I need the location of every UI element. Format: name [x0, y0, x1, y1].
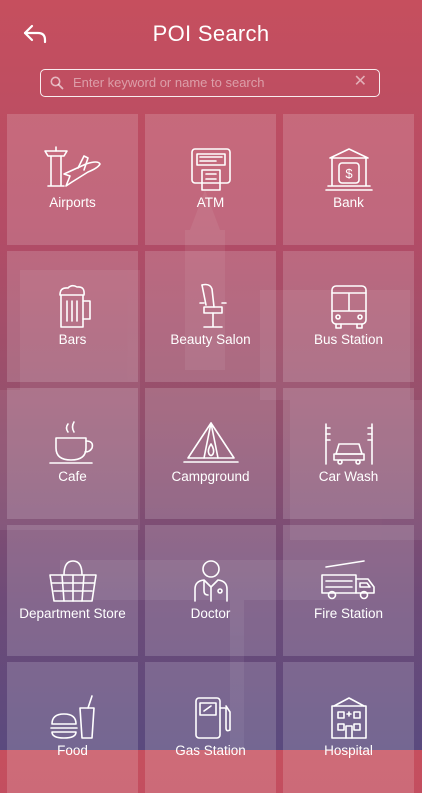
tile-label: Bank	[333, 195, 364, 210]
tile-label: Gas Station	[175, 743, 246, 758]
tile-label: Department Store	[19, 606, 126, 621]
poi-tile-bank[interactable]: $ Bank	[283, 114, 414, 245]
poi-tile-atm[interactable]: ATM	[145, 114, 276, 245]
coffee-cup-icon	[49, 421, 94, 464]
poi-tile-campground[interactable]: Campground	[145, 388, 276, 519]
tile-label: Hospital	[324, 743, 373, 758]
bank-icon: $	[325, 148, 373, 191]
tent-icon	[183, 422, 239, 463]
shopping-basket-icon	[49, 560, 97, 602]
tile-label: ATM	[196, 195, 225, 210]
poi-tile-beauty-salon[interactable]: Beauty Salon	[145, 251, 276, 382]
poi-tile-gas-station[interactable]: Gas Station	[145, 662, 276, 793]
header: POI Search	[0, 0, 422, 66]
doctor-icon	[194, 560, 228, 602]
search-input[interactable]	[73, 70, 353, 95]
poi-tile-doctor[interactable]: Doctor	[145, 525, 276, 656]
bus-icon	[331, 285, 367, 329]
fast-food-icon	[50, 695, 95, 739]
atm-icon	[191, 148, 231, 191]
tile-label: Food	[57, 743, 88, 758]
page-title: POI Search	[152, 21, 270, 46]
fuel-pump-icon	[195, 697, 231, 739]
poi-tile-bars[interactable]: Bars	[7, 251, 138, 382]
poi-tile-cafe[interactable]: Cafe	[7, 388, 138, 519]
tile-label: Fire Station	[313, 606, 384, 621]
search-icon	[50, 76, 64, 90]
tile-label: Beauty Salon	[170, 332, 251, 347]
tile-label: Campground	[171, 469, 250, 484]
svg-text:$: $	[345, 166, 353, 181]
poi-tile-airports[interactable]: Airports	[7, 114, 138, 245]
poi-tile-bus-station[interactable]: Bus Station	[283, 251, 414, 382]
fire-truck-icon	[321, 560, 375, 600]
airport-icon	[44, 146, 101, 187]
tile-label: Airports	[49, 195, 96, 210]
car-wash-icon	[325, 423, 373, 465]
poi-tile-hospital[interactable]: Hospital	[283, 662, 414, 793]
tile-label: Cafe	[58, 469, 87, 484]
poi-tile-fire-station[interactable]: Fire Station	[283, 525, 414, 656]
beer-mug-icon	[59, 284, 91, 328]
search-bar[interactable]: ✕	[40, 69, 380, 97]
poi-tile-department-store[interactable]: Department Store	[7, 525, 138, 656]
tile-label: Doctor	[190, 606, 231, 621]
poi-tile-car-wash[interactable]: Car Wash	[283, 388, 414, 519]
hospital-building-icon	[331, 697, 367, 739]
tile-label: Bars	[58, 332, 87, 347]
tile-label: Car Wash	[318, 469, 379, 484]
poi-tile-food[interactable]: Food	[7, 662, 138, 793]
clear-icon[interactable]: ✕	[354, 73, 367, 91]
tile-label: Bus Station	[313, 332, 384, 347]
salon-chair-icon	[199, 283, 227, 328]
